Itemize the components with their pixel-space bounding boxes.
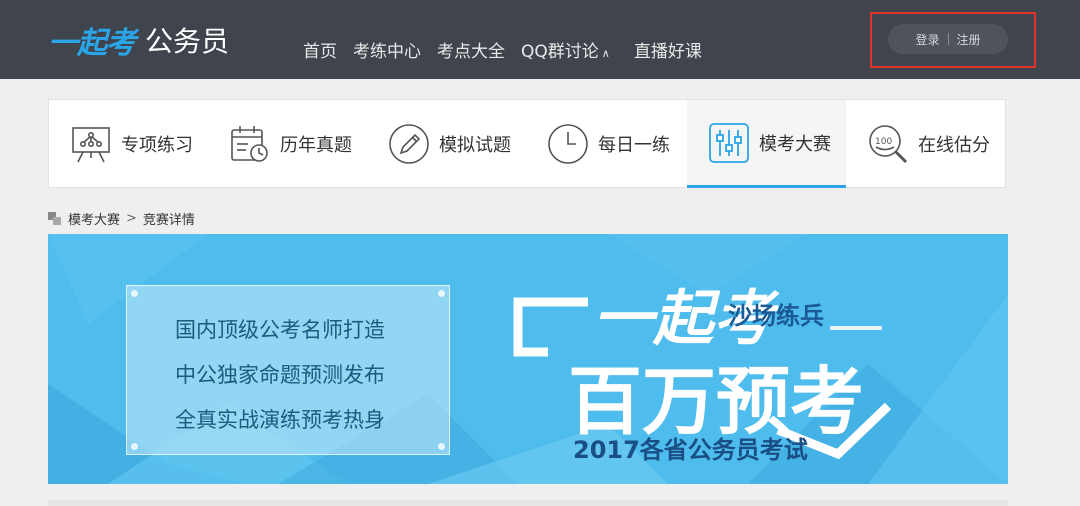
breadcrumb: 模考大赛 > 竞赛详情 bbox=[48, 209, 195, 228]
breadcrumb-current: 竞赛详情 bbox=[142, 213, 195, 228]
contest-banner[interactable]: 国内顶级公考名师打造 中公独家命题预测发布 全真实战演练预考热身 一起考 沙场练… bbox=[48, 234, 1008, 484]
panel-rivet bbox=[438, 443, 445, 450]
score-magnifier-icon: 100 bbox=[866, 122, 910, 166]
tab-label: 模考大赛 bbox=[759, 133, 831, 155]
main-nav: 首页 考练中心 考点大全 QQ群讨论 ∧ 直播好课 bbox=[303, 37, 718, 62]
presentation-board-icon bbox=[69, 122, 113, 166]
nav-practice-center[interactable]: 考练中心 bbox=[353, 37, 421, 62]
login-link[interactable]: 登录 bbox=[915, 31, 939, 48]
feature-panel: 国内顶级公考名师打造 中公独家命题预测发布 全真实战演练预考热身 bbox=[126, 285, 450, 455]
logo-subtitle: 公务员 bbox=[145, 25, 230, 58]
tab-label: 历年真题 bbox=[280, 134, 352, 156]
tab-past-papers[interactable]: 历年真题 bbox=[208, 100, 367, 187]
svg-text:100: 100 bbox=[875, 137, 892, 147]
feature-tab-bar: 专项练习 历年真题 模拟试题 每日一练 模考大赛 100 在线估分 bbox=[48, 99, 1006, 188]
breadcrumb-squares-icon bbox=[48, 211, 62, 226]
panel-rivet bbox=[438, 290, 445, 297]
tab-special-practice[interactable]: 专项练习 bbox=[49, 100, 208, 187]
caret-up-icon: ∧ bbox=[601, 47, 610, 60]
site-logo[interactable]: 一起考 公务员 bbox=[48, 20, 230, 61]
nav-home[interactable]: 首页 bbox=[303, 37, 337, 62]
tag-underline bbox=[830, 326, 882, 330]
sliders-icon bbox=[707, 121, 751, 165]
feature-line-3: 全真实战演练预考热身 bbox=[175, 408, 385, 432]
auth-divider bbox=[947, 33, 949, 45]
tab-label: 每日一练 bbox=[598, 134, 670, 156]
logo-mark: 一起考 bbox=[48, 26, 136, 61]
banner-tag: 沙场练兵 bbox=[728, 302, 824, 330]
panel-rivet bbox=[131, 443, 138, 450]
tab-daily-practice[interactable]: 每日一练 bbox=[526, 100, 685, 187]
tab-label: 专项练习 bbox=[121, 134, 193, 156]
tab-mock-questions[interactable]: 模拟试题 bbox=[367, 100, 526, 187]
tab-online-scoring[interactable]: 100 在线估分 bbox=[846, 100, 1005, 187]
nav-knowledge-points[interactable]: 考点大全 bbox=[437, 37, 505, 62]
feature-line-1: 国内顶级公考名师打造 bbox=[175, 318, 385, 342]
pencil-circle-icon bbox=[387, 122, 431, 166]
breadcrumb-separator: > bbox=[126, 211, 137, 226]
nav-live-courses[interactable]: 直播好课 bbox=[634, 37, 702, 62]
clock-icon bbox=[546, 122, 590, 166]
feature-line-2: 中公独家命题预测发布 bbox=[175, 363, 385, 387]
banner-subtitle: 2017各省公务员考试 bbox=[573, 436, 808, 464]
nav-qq-group[interactable]: QQ群讨论 ∧ bbox=[521, 37, 610, 62]
tab-label: 模拟试题 bbox=[439, 134, 511, 156]
next-section-edge bbox=[48, 500, 1008, 506]
panel-rivet bbox=[131, 290, 138, 297]
calendar-clock-icon bbox=[228, 122, 272, 166]
nav-qq-group-label: QQ群讨论 bbox=[521, 42, 599, 62]
breadcrumb-root-link[interactable]: 模考大赛 bbox=[68, 209, 120, 228]
tab-mock-contest[interactable]: 模考大赛 bbox=[687, 100, 846, 188]
register-link[interactable]: 注册 bbox=[957, 31, 981, 48]
tab-label: 在线估分 bbox=[918, 134, 990, 156]
auth-pill: 登录 注册 bbox=[888, 24, 1008, 54]
